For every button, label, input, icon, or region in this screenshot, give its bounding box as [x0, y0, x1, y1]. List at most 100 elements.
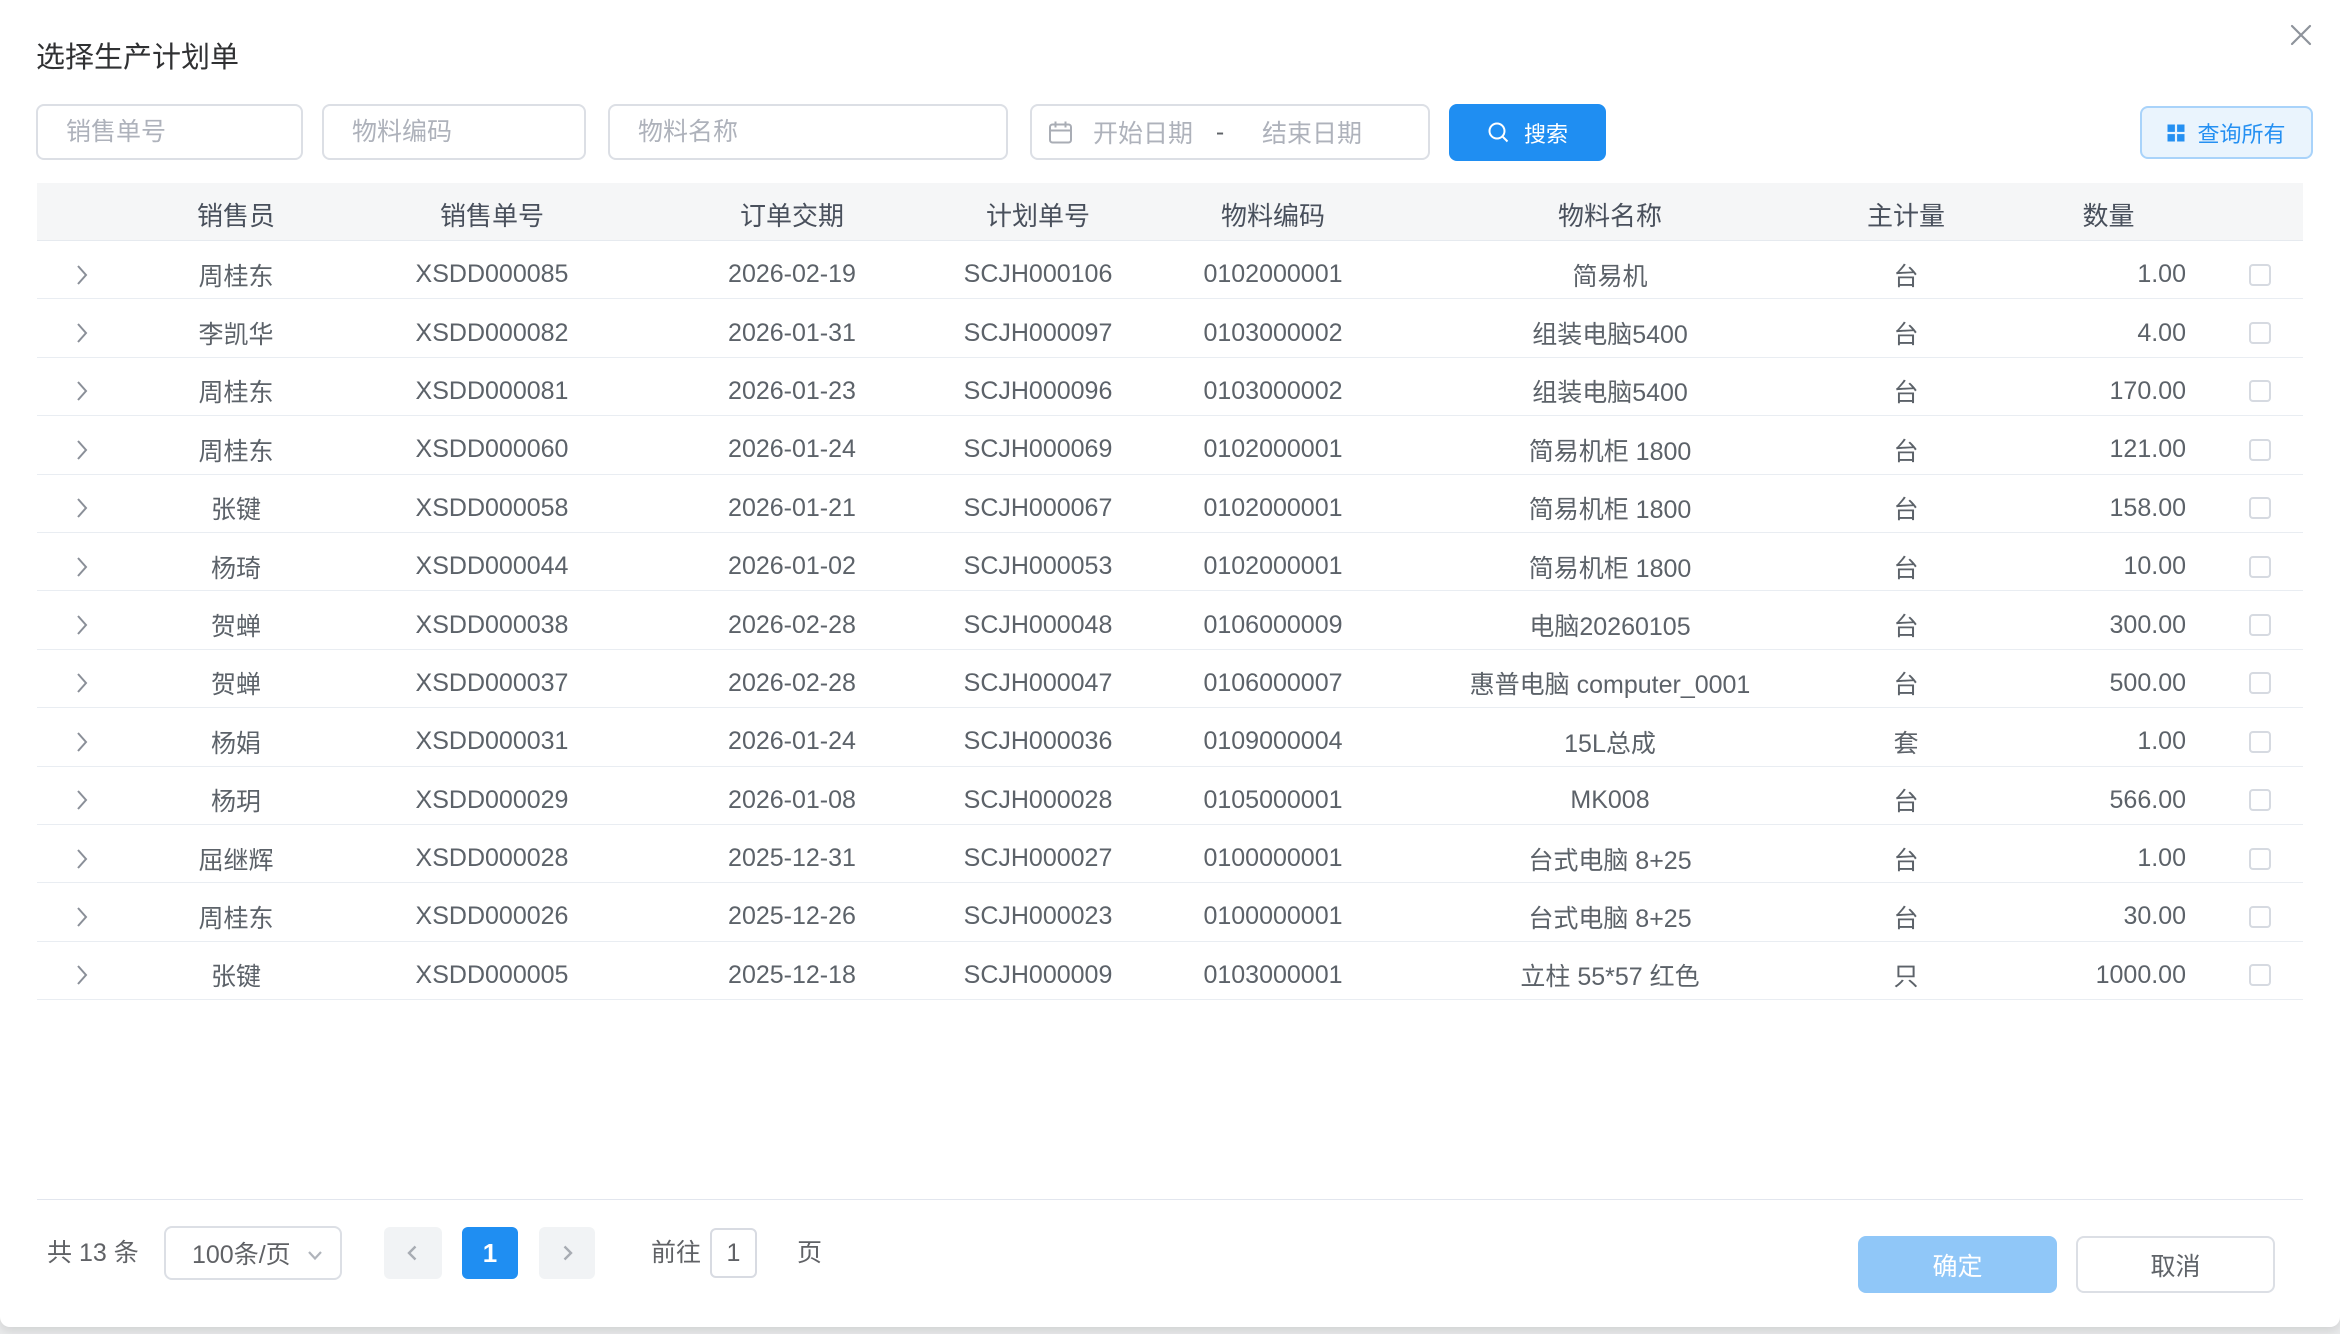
chevron-right-icon	[72, 379, 92, 403]
row-checkbox[interactable]	[2249, 322, 2271, 344]
table-row: 李凯华XSDD0000822026-01-31SCJH0000970103000…	[37, 299, 2303, 357]
table-cell: 只	[1805, 942, 2007, 999]
date-range-separator: -	[1210, 118, 1230, 147]
table-cell: 周桂东	[127, 358, 345, 415]
table-cell: XSDD000081	[345, 358, 639, 415]
chevron-right-icon	[72, 905, 92, 929]
row-checkbox[interactable]	[2249, 439, 2271, 461]
table-cell: 台	[1805, 358, 2007, 415]
expand-row-button[interactable]	[37, 767, 127, 824]
chevron-right-icon	[72, 788, 92, 812]
date-range-picker[interactable]: 开始日期 - 结束日期	[1030, 104, 1430, 160]
material-name-input[interactable]	[608, 104, 1008, 160]
date-start-placeholder[interactable]: 开始日期	[1076, 114, 1210, 150]
sales-order-no-input[interactable]	[36, 104, 303, 160]
confirm-button[interactable]: 确定	[1858, 1236, 2057, 1293]
table-row: 周桂东XSDD0000262025-12-26SCJH0000230100000…	[37, 883, 2303, 941]
table-row: 周桂东XSDD0000852026-02-19SCJH0001060102000…	[37, 241, 2303, 299]
row-select-cell	[2210, 299, 2303, 356]
table-cell: XSDD000038	[345, 591, 639, 648]
table-cell: 2026-02-19	[639, 241, 945, 298]
chevron-left-icon	[402, 1242, 424, 1264]
table-cell: 0100000001	[1131, 825, 1415, 882]
row-select-cell	[2210, 708, 2303, 765]
table-cell: 惠普电脑 computer_0001	[1415, 650, 1805, 707]
table-cell: SCJH000097	[945, 299, 1131, 356]
table-cell: 台	[1805, 767, 2007, 824]
expand-row-button[interactable]	[37, 708, 127, 765]
search-button[interactable]: 搜索	[1449, 104, 1606, 161]
table-row: 张键XSDD0000582026-01-21SCJH00006701020000…	[37, 475, 2303, 533]
table-cell: 简易机柜 1800	[1415, 475, 1805, 532]
row-checkbox[interactable]	[2249, 380, 2271, 402]
row-checkbox[interactable]	[2249, 672, 2271, 694]
row-checkbox[interactable]	[2249, 264, 2271, 286]
row-checkbox[interactable]	[2249, 906, 2271, 928]
table-row: 张键XSDD0000052025-12-18SCJH00000901030000…	[37, 942, 2303, 1000]
table-cell: 500.00	[2007, 650, 2210, 707]
material-code-input[interactable]	[322, 104, 586, 160]
table-cell: SCJH000096	[945, 358, 1131, 415]
table-cell: 2026-01-23	[639, 358, 945, 415]
table-cell: XSDD000082	[345, 299, 639, 356]
table-header-select	[2210, 183, 2303, 240]
row-checkbox[interactable]	[2249, 731, 2271, 753]
table-cell: 周桂东	[127, 241, 345, 298]
prev-page-button[interactable]	[384, 1227, 442, 1279]
query-all-button[interactable]: 查询所有	[2140, 106, 2313, 159]
expand-row-button[interactable]	[37, 942, 127, 999]
table-row: 杨娟XSDD0000312026-01-24SCJH00003601090000…	[37, 708, 2303, 766]
table-row: 周桂东XSDD0000812026-01-23SCJH0000960103000…	[37, 358, 2303, 416]
table-cell: SCJH000036	[945, 708, 1131, 765]
table-cell: 杨琦	[127, 533, 345, 590]
table-cell: 158.00	[2007, 475, 2210, 532]
dialog-title: 选择生产计划单	[36, 40, 239, 76]
table-cell: SCJH000048	[945, 591, 1131, 648]
table-cell: 300.00	[2007, 591, 2210, 648]
expand-row-button[interactable]	[37, 883, 127, 940]
table-cell: 周桂东	[127, 883, 345, 940]
expand-row-button[interactable]	[37, 650, 127, 707]
expand-row-button[interactable]	[37, 533, 127, 590]
row-checkbox[interactable]	[2249, 556, 2271, 578]
goto-page-unit: 页	[797, 1226, 822, 1280]
table-cell: 121.00	[2007, 416, 2210, 473]
chevron-right-icon	[72, 613, 92, 637]
close-button[interactable]	[2290, 25, 2312, 47]
page-size-select[interactable]: 100条/页	[164, 1226, 342, 1280]
chevron-right-icon	[72, 555, 92, 579]
table-cell: 0102000001	[1131, 416, 1415, 473]
row-select-cell	[2210, 825, 2303, 882]
page-1-button[interactable]: 1	[462, 1227, 518, 1279]
expand-row-button[interactable]	[37, 416, 127, 473]
table-header-2: 销售单号	[345, 183, 639, 240]
expand-row-button[interactable]	[37, 299, 127, 356]
table-cell: SCJH000053	[945, 533, 1131, 590]
goto-page-input[interactable]	[710, 1228, 757, 1278]
next-page-button[interactable]	[539, 1227, 595, 1279]
table-cell: 2026-01-02	[639, 533, 945, 590]
table-cell: 2026-01-24	[639, 416, 945, 473]
page-size-value: 100条/页	[192, 1235, 291, 1271]
chevron-right-icon	[72, 438, 92, 462]
expand-row-button[interactable]	[37, 825, 127, 882]
table-cell: 2026-01-24	[639, 708, 945, 765]
table-cell: SCJH000023	[945, 883, 1131, 940]
expand-row-button[interactable]	[37, 241, 127, 298]
expand-row-button[interactable]	[37, 358, 127, 415]
row-checkbox[interactable]	[2249, 848, 2271, 870]
row-checkbox[interactable]	[2249, 789, 2271, 811]
date-end-placeholder[interactable]: 结束日期	[1230, 114, 1394, 150]
chevron-right-icon	[72, 671, 92, 695]
expand-row-button[interactable]	[37, 591, 127, 648]
expand-row-button[interactable]	[37, 475, 127, 532]
select-production-plan-dialog: 选择生产计划单 开始日期 - 结束日期	[0, 0, 2340, 1327]
cancel-button[interactable]: 取消	[2076, 1236, 2275, 1293]
row-checkbox[interactable]	[2249, 614, 2271, 636]
table-cell: 1.00	[2007, 825, 2210, 882]
table-cell: 30.00	[2007, 883, 2210, 940]
table-cell: 2025-12-26	[639, 883, 945, 940]
row-checkbox[interactable]	[2249, 497, 2271, 519]
row-checkbox[interactable]	[2249, 964, 2271, 986]
table-cell: 2026-01-08	[639, 767, 945, 824]
